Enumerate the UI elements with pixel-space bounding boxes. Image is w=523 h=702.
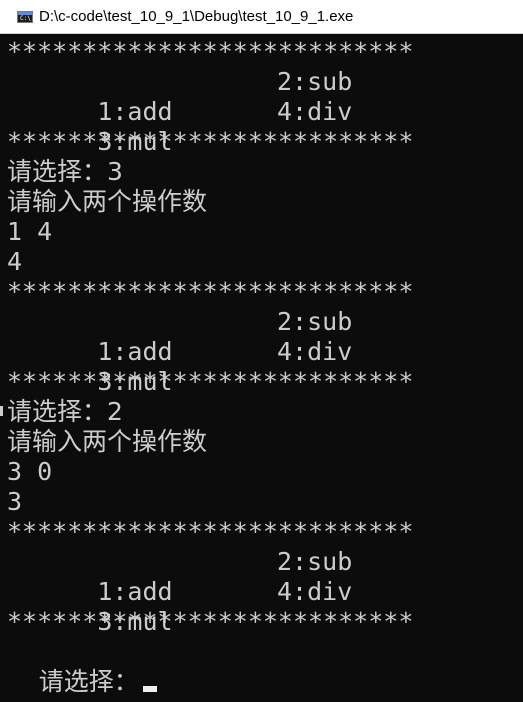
choice-prompt-active[interactable]: 请选择：	[7, 637, 157, 696]
console-app-icon-label: C:\	[20, 14, 31, 22]
operands-input: 1 4	[7, 217, 53, 246]
result-output: 3	[7, 487, 23, 516]
menu-row-1: 1:add 2:sub	[7, 67, 352, 126]
choice-prompt: 请选择：3	[7, 157, 123, 186]
menu-option-sub: 2:sub	[277, 307, 353, 336]
operands-input: 3 0	[7, 457, 53, 486]
choice-prompt-label: 请选择：	[38, 667, 139, 696]
menu-border-bottom: ***************************	[7, 127, 414, 156]
choice-prompt: 请选择：2	[7, 397, 123, 426]
menu-border-bottom: ***************************	[7, 607, 414, 636]
menu-row-2: 3:mul 4:div	[7, 97, 352, 156]
console-app-icon[interactable]: C:\	[17, 10, 33, 23]
menu-border-top: ***************************	[7, 37, 414, 66]
window-title: D:\c-code\test_10_9_1\Debug\test_10_9_1.…	[39, 8, 354, 25]
menu-row-2: 3:mul 4:div	[7, 577, 352, 636]
operand-prompt: 请输入两个操作数	[7, 187, 208, 216]
menu-option-div: 4:div	[277, 577, 353, 606]
menu-option-div: 4:div	[277, 97, 353, 126]
menu-option-sub: 2:sub	[277, 67, 353, 96]
menu-row-1: 1:add 2:sub	[7, 307, 352, 366]
menu-option-sub: 2:sub	[277, 547, 353, 576]
menu-row-1: 1:add 2:sub	[7, 547, 352, 606]
menu-border-top: ***************************	[7, 277, 414, 306]
console-output[interactable]: *************************** 1:add 2:sub …	[0, 34, 523, 702]
menu-border-bottom: ***************************	[7, 367, 414, 396]
menu-row-2: 3:mul 4:div	[7, 337, 352, 396]
operand-prompt: 请输入两个操作数	[7, 427, 208, 456]
result-output: 4	[7, 247, 23, 276]
window-titlebar[interactable]: C:\ D:\c-code\test_10_9_1\Debug\test_10_…	[0, 0, 523, 34]
menu-border-top: ***************************	[7, 517, 414, 546]
stray-mark	[0, 406, 3, 416]
text-cursor	[142, 686, 157, 692]
menu-option-div: 4:div	[277, 337, 353, 366]
